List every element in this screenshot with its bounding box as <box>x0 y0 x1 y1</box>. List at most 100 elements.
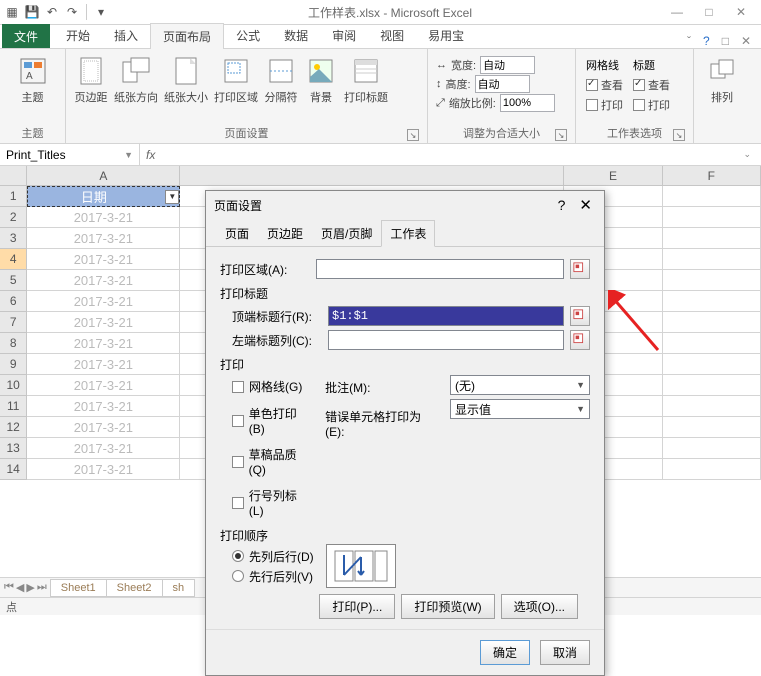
cell[interactable]: 2017-3-21 <box>27 228 180 249</box>
row-header[interactable]: 12 <box>0 417 27 438</box>
left-cols-ref-button[interactable] <box>570 330 590 350</box>
row-header[interactable]: 10 <box>0 375 27 396</box>
redo-icon[interactable]: ↷ <box>64 4 80 20</box>
background-button[interactable]: 背景 <box>302 53 340 123</box>
print-titles-button[interactable]: 打印标题 <box>342 53 390 123</box>
sheet-tab-2[interactable]: Sheet2 <box>106 579 163 597</box>
gridlines-print-checkbox[interactable]: 打印 <box>586 97 623 113</box>
dialog-help-icon[interactable]: ? <box>548 197 576 213</box>
cell[interactable]: 2017-3-21 <box>27 459 180 480</box>
comments-combo[interactable]: (无)▼ <box>450 375 590 395</box>
row-header[interactable]: 5 <box>0 270 27 291</box>
tab-next-icon[interactable]: ▶ <box>26 581 34 594</box>
formula-expand-icon[interactable]: ⌄ <box>743 149 755 160</box>
tab-page-layout[interactable]: 页面布局 <box>150 23 224 49</box>
tab-data[interactable]: 数据 <box>272 23 320 48</box>
print-area-ref-button[interactable] <box>570 259 590 279</box>
tab-insert[interactable]: 插入 <box>102 23 150 48</box>
row-header[interactable]: 8 <box>0 333 27 354</box>
name-box-arrow-icon[interactable]: ▼ <box>124 150 133 160</box>
dialog-close-icon[interactable]: ✕ <box>575 196 596 214</box>
name-box[interactable]: Print_Titles▼ <box>0 144 140 165</box>
headings-print-checkbox[interactable]: 打印 <box>633 97 670 113</box>
bw-checkbox[interactable]: 单色打印(B) <box>232 405 311 436</box>
orientation-button[interactable]: 纸张方向 <box>112 53 160 123</box>
headings-view-checkbox[interactable]: 查看 <box>633 77 670 93</box>
cell[interactable] <box>663 312 761 333</box>
errors-combo[interactable]: 显示值▼ <box>450 399 590 419</box>
tab-addin[interactable]: 易用宝 <box>416 23 476 48</box>
width-input[interactable] <box>480 56 535 74</box>
row-header[interactable]: 2 <box>0 207 27 228</box>
qat-more-icon[interactable]: ▾ <box>93 4 109 20</box>
cell[interactable] <box>663 249 761 270</box>
top-rows-ref-button[interactable] <box>570 306 590 326</box>
left-cols-input[interactable] <box>328 330 564 350</box>
cell[interactable]: 2017-3-21 <box>27 270 180 291</box>
row-header[interactable]: 6 <box>0 291 27 312</box>
draft-checkbox[interactable]: 草稿品质(Q) <box>232 446 311 477</box>
cell[interactable]: 2017-3-21 <box>27 249 180 270</box>
themes-button[interactable]: A 主题 <box>14 53 52 123</box>
row-header[interactable]: 4 <box>0 249 27 270</box>
cell[interactable] <box>663 207 761 228</box>
sheet-tab-1[interactable]: Sheet1 <box>50 579 107 597</box>
row-header[interactable]: 13 <box>0 438 27 459</box>
tab-first-icon[interactable]: ⏮ <box>4 581 14 594</box>
ok-button[interactable]: 确定 <box>480 640 530 665</box>
dialog-tab-headerfooter[interactable]: 页眉/页脚 <box>312 220 381 247</box>
cell[interactable] <box>663 417 761 438</box>
page-setup-launcher-icon[interactable]: ↘ <box>407 129 419 141</box>
cell[interactable]: 2017-3-21 <box>27 375 180 396</box>
top-rows-input[interactable] <box>328 306 564 326</box>
file-tab[interactable]: 文件 <box>2 24 50 48</box>
sheet-tab-3[interactable]: sh <box>162 579 196 597</box>
cell[interactable]: 2017-3-21 <box>27 438 180 459</box>
row-header[interactable]: 7 <box>0 312 27 333</box>
close-icon[interactable]: ✕ <box>735 6 747 18</box>
tab-review[interactable]: 审阅 <box>320 23 368 48</box>
tab-prev-icon[interactable]: ◀ <box>16 581 24 594</box>
preview-button[interactable]: 打印预览(W) <box>401 594 494 619</box>
cell[interactable] <box>663 438 761 459</box>
cell[interactable] <box>663 228 761 249</box>
col-header-e[interactable]: E <box>564 166 662 186</box>
cell[interactable]: 2017-3-21 <box>27 396 180 417</box>
cell[interactable]: 2017-3-21 <box>27 291 180 312</box>
scale-input[interactable] <box>500 94 555 112</box>
cell[interactable]: 2017-3-21 <box>27 312 180 333</box>
fx-icon[interactable]: fx <box>146 148 155 162</box>
filter-icon[interactable]: ▼ <box>165 190 179 204</box>
row-header[interactable]: 1 <box>0 186 27 207</box>
cell[interactable]: 日期▼ <box>27 186 180 207</box>
options-button[interactable]: 选项(O)... <box>501 594 578 619</box>
breaks-button[interactable]: 分隔符 <box>262 53 300 123</box>
tab-formulas[interactable]: 公式 <box>224 23 272 48</box>
col-header-a[interactable]: A <box>27 166 180 186</box>
row-header[interactable]: 9 <box>0 354 27 375</box>
cell[interactable] <box>663 375 761 396</box>
ribbon-restore-icon[interactable]: □ <box>722 34 729 48</box>
margins-button[interactable]: 页边距 <box>72 53 110 123</box>
col-header-f[interactable]: F <box>663 166 761 186</box>
select-all-button[interactable] <box>0 166 27 186</box>
cell[interactable]: 2017-3-21 <box>27 207 180 228</box>
cell[interactable]: 2017-3-21 <box>27 333 180 354</box>
tab-home[interactable]: 开始 <box>54 23 102 48</box>
headings-checkbox[interactable]: 行号列标(L) <box>232 487 311 518</box>
dialog-tab-sheet[interactable]: 工作表 <box>381 220 435 247</box>
height-input[interactable] <box>475 75 530 93</box>
help-icon[interactable]: ? <box>703 34 710 48</box>
cell[interactable] <box>663 459 761 480</box>
arrange-button[interactable]: 排列 <box>703 53 741 139</box>
size-button[interactable]: 纸张大小 <box>162 53 210 123</box>
order-over-radio[interactable]: 先行后列(V) <box>232 568 314 585</box>
cell[interactable]: 2017-3-21 <box>27 417 180 438</box>
save-icon[interactable]: 💾 <box>24 4 40 20</box>
cell[interactable] <box>663 186 761 207</box>
ribbon-close-icon[interactable]: ✕ <box>741 34 751 48</box>
tab-view[interactable]: 视图 <box>368 23 416 48</box>
tab-last-icon[interactable]: ⏭ <box>37 581 47 594</box>
cell[interactable] <box>663 291 761 312</box>
print-area-input[interactable] <box>316 259 564 279</box>
